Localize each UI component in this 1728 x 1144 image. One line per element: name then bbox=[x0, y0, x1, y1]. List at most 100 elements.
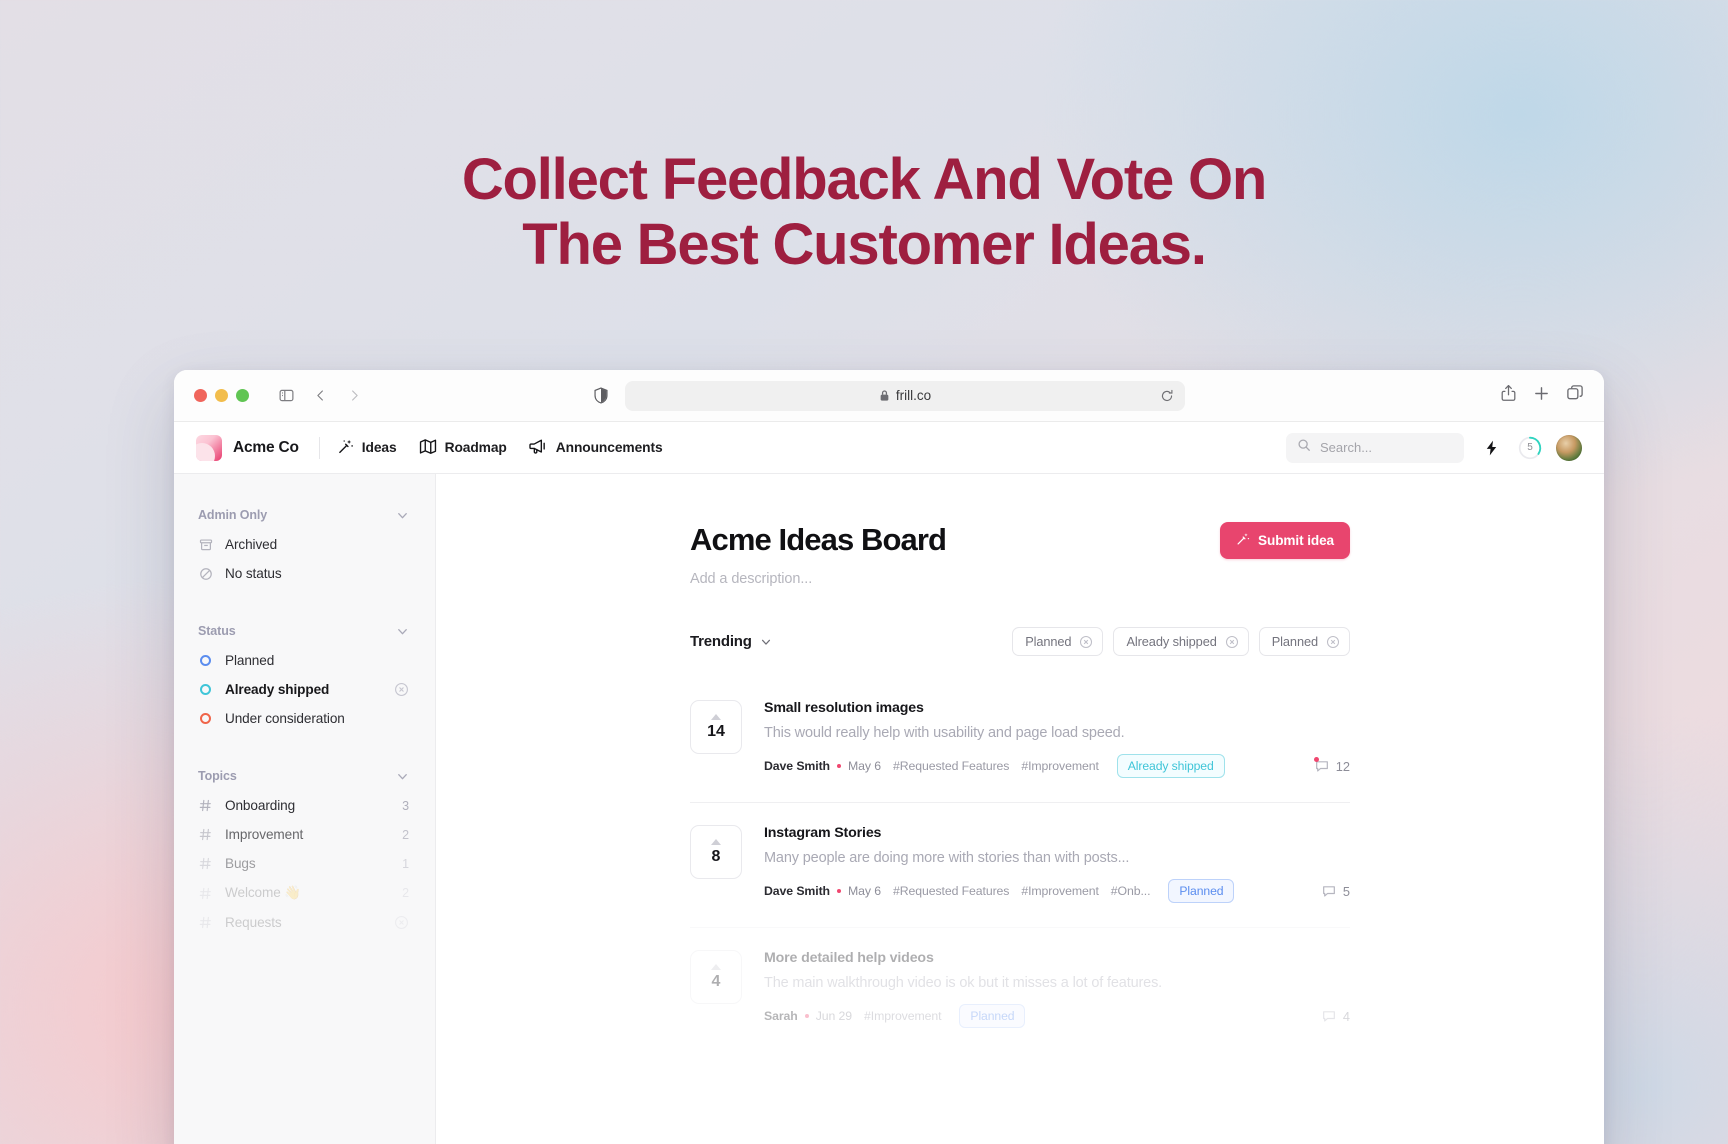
nav-item-announcements[interactable]: Announcements bbox=[529, 438, 663, 458]
comment-count[interactable]: 5 bbox=[1322, 884, 1350, 899]
sidebar-section-admin-only: Admin Only Archived No status bbox=[194, 500, 415, 588]
address-bar[interactable]: frill.co bbox=[625, 380, 1185, 411]
idea-tag[interactable]: #Improvement bbox=[1021, 884, 1099, 898]
sort-dropdown[interactable]: Trending bbox=[690, 633, 772, 650]
page-title: Acme Ideas Board bbox=[690, 522, 947, 557]
sidebar-section-header-status[interactable]: Status bbox=[194, 616, 415, 646]
sidebar-section-header-admin-only[interactable]: Admin Only bbox=[194, 500, 415, 530]
traffic-lights[interactable] bbox=[194, 389, 249, 402]
search-input[interactable] bbox=[1320, 440, 1453, 455]
search-icon bbox=[1297, 438, 1311, 457]
hash-icon bbox=[198, 915, 213, 930]
idea-description: This would really help with usability an… bbox=[764, 725, 1125, 741]
idea-card[interactable]: 14 Small resolution images This would re… bbox=[690, 678, 1350, 802]
sidebar-item-label: Planned bbox=[225, 653, 275, 668]
sidebar-item-improvement[interactable]: Improvement 2 bbox=[194, 820, 415, 849]
idea-author: Dave Smith bbox=[764, 759, 830, 773]
minimize-window-button[interactable] bbox=[215, 389, 228, 402]
megaphone-icon bbox=[529, 438, 548, 458]
sidebar-item-requests[interactable]: Requests bbox=[194, 908, 415, 937]
sidebar-section-header-topics[interactable]: Topics bbox=[194, 761, 415, 791]
idea-title[interactable]: Instagram Stories bbox=[764, 825, 1350, 841]
idea-title[interactable]: Small resolution images bbox=[764, 700, 1350, 716]
submit-idea-button[interactable]: Submit idea bbox=[1220, 522, 1350, 559]
search-box[interactable] bbox=[1286, 432, 1464, 463]
sidebar-item-already-shipped[interactable]: Already shipped bbox=[194, 675, 415, 704]
remove-filter-icon[interactable] bbox=[394, 915, 409, 930]
chevron-down-icon[interactable] bbox=[396, 625, 409, 638]
idea-tag[interactable]: #Requested Features bbox=[893, 884, 1009, 898]
lightning-bolt-icon[interactable] bbox=[1478, 435, 1504, 461]
chevron-down-icon[interactable] bbox=[396, 770, 409, 783]
nav-item-roadmap[interactable]: Roadmap bbox=[419, 438, 507, 458]
separator-dot bbox=[836, 889, 841, 893]
no-status-icon bbox=[198, 566, 213, 581]
comment-count-value: 4 bbox=[1342, 1008, 1350, 1024]
idea-card[interactable]: 4 More detailed help videos The main wal… bbox=[690, 927, 1350, 1052]
ideas-list: 14 Small resolution images This would re… bbox=[690, 678, 1350, 1052]
idea-date: May 6 bbox=[847, 759, 881, 773]
upvote-arrow-icon bbox=[711, 838, 721, 845]
board-description-placeholder[interactable]: Add a description... bbox=[690, 571, 946, 587]
header-divider bbox=[318, 436, 320, 459]
filter-chip[interactable]: Already shipped bbox=[1113, 627, 1249, 656]
vote-button[interactable]: 8 bbox=[690, 825, 742, 879]
unread-indicator-dot bbox=[1313, 757, 1319, 762]
close-window-button[interactable] bbox=[194, 389, 207, 402]
forward-button[interactable] bbox=[339, 381, 369, 411]
reload-icon[interactable] bbox=[1160, 389, 1174, 403]
active-filter-chips: Planned Already shipped Planned bbox=[1012, 627, 1350, 656]
nav-label-roadmap: Roadmap bbox=[444, 440, 507, 455]
sidebar-item-welcome[interactable]: Welcome 👋 2 bbox=[194, 878, 415, 908]
sidebar-item-bugs[interactable]: Bugs 1 bbox=[194, 849, 415, 878]
idea-tag[interactable]: #Improvement bbox=[864, 1009, 942, 1023]
back-button[interactable] bbox=[305, 381, 335, 411]
sidebar-item-label: Onboarding bbox=[225, 798, 296, 813]
comment-count[interactable]: 4 bbox=[1322, 1009, 1350, 1024]
filter-chip[interactable]: Planned bbox=[1012, 627, 1104, 656]
progress-ring[interactable]: 5 bbox=[1518, 436, 1542, 460]
chevron-down-icon[interactable] bbox=[396, 509, 409, 522]
remove-chip-icon[interactable] bbox=[1326, 635, 1340, 649]
sidebar-section-title: Status bbox=[198, 624, 236, 638]
vote-count: 14 bbox=[707, 722, 725, 740]
maximize-window-button[interactable] bbox=[236, 389, 249, 402]
separator-dot bbox=[804, 1014, 809, 1018]
nav-label-announcements: Announcements bbox=[555, 440, 663, 455]
sidebar-item-label: No status bbox=[225, 566, 282, 581]
filter-chip-label: Planned bbox=[1271, 634, 1318, 649]
user-avatar[interactable] bbox=[1556, 434, 1582, 461]
remove-filter-icon[interactable] bbox=[394, 682, 409, 697]
sidebar-item-label: Welcome 👋 bbox=[225, 885, 302, 900]
brand[interactable]: Acme Co bbox=[196, 434, 299, 461]
sidebar-item-archived[interactable]: Archived bbox=[194, 530, 415, 559]
remove-chip-icon[interactable] bbox=[1225, 635, 1239, 649]
tab-overview-icon[interactable] bbox=[1566, 384, 1584, 407]
main-nav: Ideas Roadmap Announcements bbox=[337, 438, 663, 458]
sort-label: Trending bbox=[690, 633, 752, 650]
share-icon[interactable] bbox=[1500, 384, 1517, 407]
plus-icon[interactable] bbox=[1533, 385, 1550, 407]
idea-tag[interactable]: #Improvement bbox=[1021, 759, 1099, 773]
shield-icon[interactable] bbox=[593, 387, 609, 404]
sidebar-item-planned[interactable]: Planned bbox=[194, 646, 415, 675]
vote-count: 4 bbox=[711, 972, 721, 990]
sidebar-item-no-status[interactable]: No status bbox=[194, 559, 415, 588]
idea-card[interactable]: 8 Instagram Stories Many people are doin… bbox=[690, 802, 1350, 927]
idea-tag[interactable]: #Onb... bbox=[1111, 884, 1151, 898]
acme-logo bbox=[196, 434, 222, 461]
sidebar-item-onboarding[interactable]: Onboarding 3 bbox=[194, 791, 415, 820]
filter-chip[interactable]: Planned bbox=[1258, 627, 1350, 656]
idea-tag[interactable]: #Requested Features bbox=[893, 759, 1009, 773]
vote-button[interactable]: 14 bbox=[690, 700, 742, 754]
lock-icon bbox=[880, 390, 889, 401]
status-ring-icon bbox=[198, 711, 213, 726]
vote-button[interactable]: 4 bbox=[690, 950, 742, 1004]
headline-line-2: The Best Customer Ideas. bbox=[522, 211, 1207, 277]
sidebar-item-under-consideration[interactable]: Under consideration bbox=[194, 704, 415, 733]
remove-chip-icon[interactable] bbox=[1079, 635, 1093, 649]
idea-title[interactable]: More detailed help videos bbox=[764, 950, 1350, 966]
comment-count[interactable]: 12 bbox=[1313, 757, 1350, 774]
sidebar-toggle-icon[interactable] bbox=[271, 381, 301, 411]
nav-item-ideas[interactable]: Ideas bbox=[337, 438, 397, 458]
